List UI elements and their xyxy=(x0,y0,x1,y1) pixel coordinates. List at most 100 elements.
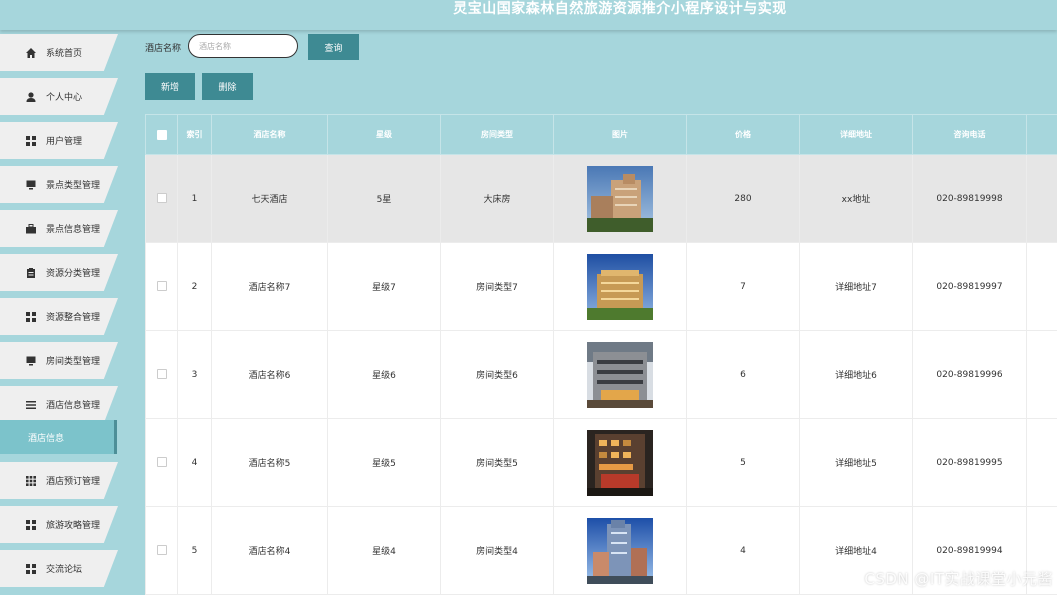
cell-phone: 020-89819998 xyxy=(912,154,1027,243)
watermark: CSDN @IT实战课堂小元酱 xyxy=(864,570,1053,588)
cell-room-type: 大床房 xyxy=(440,154,554,243)
sidebar-item-label: 旅游攻略管理 xyxy=(46,521,101,531)
sidebar-item-users[interactable]: 用户管理 xyxy=(0,122,118,159)
grid-icon xyxy=(24,311,38,323)
cell-address: 详细地址5 xyxy=(799,418,913,507)
sidebar-subitem-hotel-info[interactable]: 酒店信息 xyxy=(0,420,117,454)
cell-star: 星级4 xyxy=(327,506,441,595)
cell-name: 酒店名称4 xyxy=(211,506,328,595)
sidebar-item-scenic-info[interactable]: 景点信息管理 xyxy=(0,210,118,247)
monitor-icon xyxy=(24,179,38,191)
column-header-star: 星级 xyxy=(327,114,441,155)
column-header-address: 详细地址 xyxy=(799,114,913,155)
sidebar-item-hotel-booking[interactable]: 酒店预订管理 xyxy=(0,462,118,499)
column-header-extra xyxy=(1026,114,1057,155)
cell-address: 详细地址6 xyxy=(799,330,913,419)
cell-star: 5星 xyxy=(327,154,441,243)
sidebar-item-label: 资源分类管理 xyxy=(46,269,101,279)
home-icon xyxy=(24,47,38,59)
table-row[interactable]: 3 酒店名称6 星级6 房间类型6 6 详细地址6 020-89819996 xyxy=(145,330,1057,419)
column-header-index: 索引 xyxy=(177,114,212,155)
column-header-name: 酒店名称 xyxy=(211,114,328,155)
table-row[interactable]: 4 酒店名称5 星级5 房间类型5 5 详细地址5 020-89819995 xyxy=(145,418,1057,507)
sidebar-item-label: 个人中心 xyxy=(46,93,83,103)
search-input[interactable] xyxy=(188,34,298,58)
cell-price: 5 xyxy=(686,418,800,507)
cell-name: 酒店名称7 xyxy=(211,242,328,331)
select-all-checkbox[interactable] xyxy=(156,129,167,140)
cell-room-type: 房间类型4 xyxy=(440,506,554,595)
sidebar-item-travel-guides[interactable]: 旅游攻略管理 xyxy=(0,506,118,543)
sidebar-item-label: 酒店预订管理 xyxy=(46,477,101,487)
cell-index: 5 xyxy=(177,506,212,595)
cell-index: 3 xyxy=(177,330,212,419)
cell-price: 280 xyxy=(686,154,800,243)
hotel-image[interactable] xyxy=(587,517,653,584)
monitor-icon xyxy=(24,355,38,367)
sidebar-item-label: 资源整合管理 xyxy=(46,313,101,323)
sidebar-item-label: 景点类型管理 xyxy=(46,181,101,191)
select-all-header[interactable] xyxy=(145,114,178,155)
sidebar-item-resource-integration[interactable]: 资源整合管理 xyxy=(0,298,118,335)
sidebar-item-label: 酒店信息管理 xyxy=(46,401,101,411)
sidebar-item-home[interactable]: 系统首页 xyxy=(0,34,118,71)
sidebar: 系统首页 个人中心 用户管理 景点类型管理 景点信息管理 资源分类管理 资源整合… xyxy=(0,30,120,595)
delete-button[interactable]: 删除 xyxy=(202,73,253,100)
table-row[interactable]: 2 酒店名称7 星级7 房间类型7 7 详细地址7 020-89819997 xyxy=(145,242,1057,331)
sidebar-item-profile[interactable]: 个人中心 xyxy=(0,78,118,115)
search-button[interactable]: 查询 xyxy=(308,34,359,60)
cell-star: 星级5 xyxy=(327,418,441,507)
cell-index: 2 xyxy=(177,242,212,331)
column-header-room-type: 房间类型 xyxy=(440,114,554,155)
column-header-image: 图片 xyxy=(553,114,687,155)
sidebar-item-label: 系统首页 xyxy=(46,49,83,59)
cell-name: 酒店名称6 xyxy=(211,330,328,419)
cell-price: 6 xyxy=(686,330,800,419)
top-bar: 灵宝山国家森林自然旅游资源推介小程序设计与实现 xyxy=(0,0,1057,30)
cell-address: xx地址 xyxy=(799,154,913,243)
cell-star: 星级7 xyxy=(327,242,441,331)
table-row[interactable]: 1 七天酒店 5星 大床房 280 xx地址 020-89819998 xyxy=(145,154,1057,243)
list-icon xyxy=(24,399,38,411)
briefcase-icon xyxy=(24,223,38,235)
row-checkbox[interactable] xyxy=(156,193,167,204)
hotel-image[interactable] xyxy=(587,429,653,496)
sidebar-item-resource-categories[interactable]: 资源分类管理 xyxy=(0,254,118,291)
main-content: 酒店名称 查询 新增 删除 索引 酒店名称 星级 房间类型 图片 价格 详细地址 xyxy=(120,30,1057,595)
cell-address: 详细地址7 xyxy=(799,242,913,331)
clipboard-icon xyxy=(24,267,38,279)
cell-name: 酒店名称5 xyxy=(211,418,328,507)
cell-name: 七天酒店 xyxy=(211,154,328,243)
cell-price: 7 xyxy=(686,242,800,331)
sidebar-item-hotel-info[interactable]: 酒店信息管理 xyxy=(0,386,118,423)
cell-price: 4 xyxy=(686,506,800,595)
add-button[interactable]: 新增 xyxy=(145,73,195,100)
cell-phone: 020-89819997 xyxy=(912,242,1027,331)
cell-room-type: 房间类型7 xyxy=(440,242,554,331)
sidebar-item-label: 景点信息管理 xyxy=(46,225,101,235)
cell-phone: 020-89819996 xyxy=(912,330,1027,419)
cell-phone: 020-89819995 xyxy=(912,418,1027,507)
hotel-image[interactable] xyxy=(587,165,653,232)
table-header-row: 索引 酒店名称 星级 房间类型 图片 价格 详细地址 咨询电话 xyxy=(145,114,1057,155)
hotel-image[interactable] xyxy=(587,341,653,408)
hotel-image[interactable] xyxy=(587,253,653,320)
cell-room-type: 房间类型6 xyxy=(440,330,554,419)
cell-index: 4 xyxy=(177,418,212,507)
grid-icon xyxy=(24,519,38,531)
apps-icon xyxy=(24,475,38,487)
sidebar-item-scenic-types[interactable]: 景点类型管理 xyxy=(0,166,118,203)
sidebar-item-forum[interactable]: 交流论坛 xyxy=(0,550,118,587)
cell-index: 1 xyxy=(177,154,212,243)
sidebar-item-room-types[interactable]: 房间类型管理 xyxy=(0,342,118,379)
row-checkbox[interactable] xyxy=(156,281,167,292)
user-icon xyxy=(24,91,38,103)
row-checkbox[interactable] xyxy=(156,545,167,556)
app-title: 灵宝山国家森林自然旅游资源推介小程序设计与实现 xyxy=(453,1,787,17)
sidebar-subitem-label: 酒店信息 xyxy=(28,433,65,444)
row-checkbox[interactable] xyxy=(156,369,167,380)
hotel-table: 索引 酒店名称 星级 房间类型 图片 价格 详细地址 咨询电话 1 七天酒店 5… xyxy=(145,114,1057,595)
column-header-price: 价格 xyxy=(686,114,800,155)
row-checkbox[interactable] xyxy=(156,457,167,468)
sidebar-item-label: 用户管理 xyxy=(46,137,83,147)
